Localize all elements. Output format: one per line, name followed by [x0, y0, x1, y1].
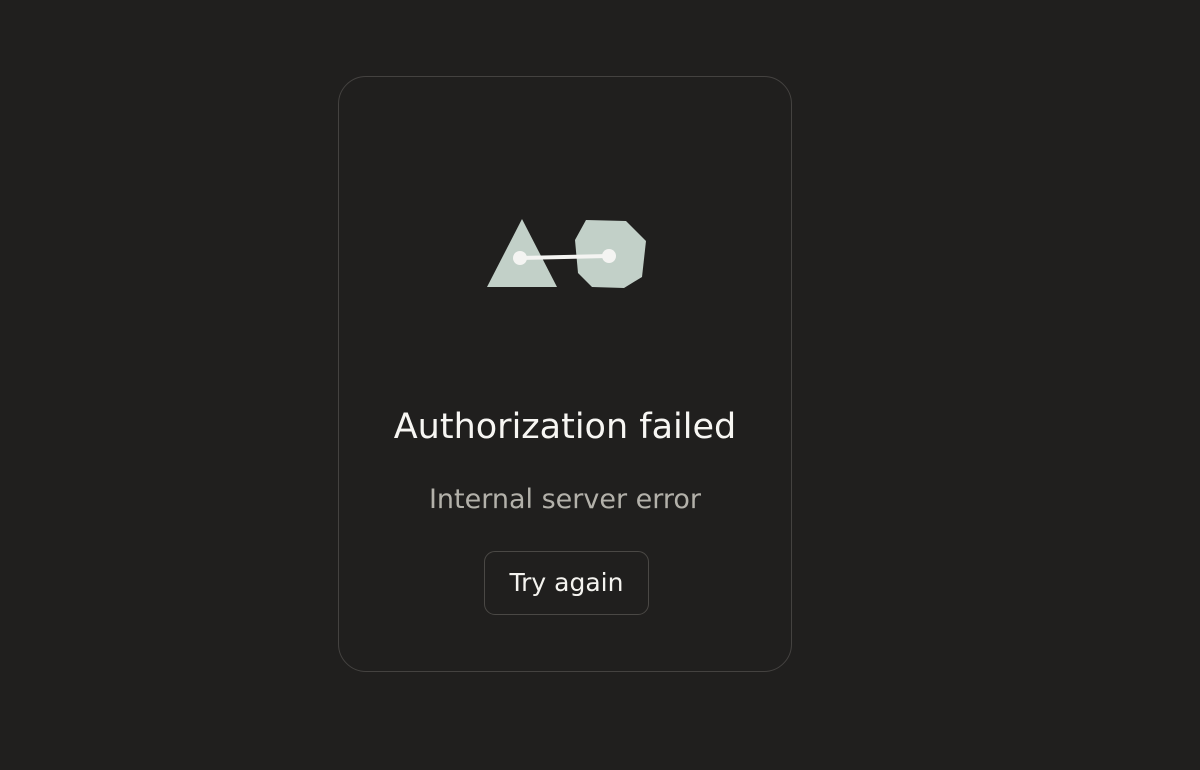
error-message: Internal server error: [428, 484, 702, 515]
disconnected-shapes-icon: [487, 219, 646, 288]
connector-line: [518, 254, 610, 260]
try-again-button[interactable]: Try again: [484, 551, 649, 615]
error-title: Authorization failed: [393, 407, 737, 447]
connector-dot: [513, 251, 527, 265]
error-card: Authorization failed Internal server err…: [338, 76, 792, 672]
connector-dot: [602, 249, 616, 263]
